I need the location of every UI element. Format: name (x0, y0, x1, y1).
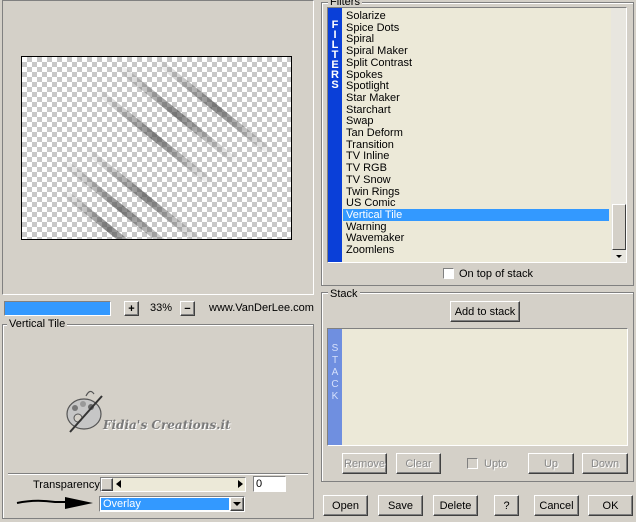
zoom-out-button[interactable]: − (180, 301, 195, 316)
banner-letter: C (331, 379, 339, 390)
progress-bar (4, 301, 111, 316)
on-top-label: On top of stack (459, 268, 533, 280)
filter-item[interactable]: Transition (343, 139, 609, 151)
filter-item[interactable]: Spiral Maker (343, 45, 609, 57)
add-to-stack-button[interactable]: Add to stack (450, 301, 520, 322)
filter-item[interactable]: Warning (343, 221, 609, 233)
transparency-value-field[interactable]: 0 (253, 476, 286, 492)
filter-item[interactable]: Spokes (343, 69, 609, 81)
stack-banner-text: STACK (328, 343, 342, 403)
filter-item[interactable]: Twin Rings (343, 186, 609, 198)
banner-letter: K (331, 391, 339, 402)
banner-letter: S (331, 343, 339, 354)
filters-listbox[interactable]: FILTERS Solarize Spice Dots Spiral Spiral M… (327, 7, 627, 263)
filter-item[interactable]: Wavemaker (343, 232, 609, 244)
transparency-label: Transparency (33, 479, 100, 491)
filter-item[interactable]: TV RGB (343, 162, 609, 174)
chevron-left-icon (116, 480, 121, 488)
save-button[interactable]: Save (378, 495, 423, 516)
upto-label: Upto (484, 458, 508, 470)
upto-checkbox[interactable] (467, 458, 478, 469)
chevron-down-icon (233, 502, 241, 506)
remove-button[interactable]: Remove (342, 453, 387, 474)
filter-settings-title: Vertical Tile (7, 318, 68, 330)
open-button[interactable]: Open (323, 495, 368, 516)
website-link[interactable]: www.VanDerLee.com (209, 302, 314, 314)
arrow-right-icon (15, 495, 95, 514)
banner-letter: A (331, 367, 339, 378)
filter-item[interactable]: Vertical Tile (343, 208, 609, 221)
slider-thumb[interactable] (101, 478, 113, 491)
filter-item[interactable]: Swap (343, 115, 609, 127)
delete-button[interactable]: Delete (433, 495, 478, 516)
up-button[interactable]: Up (528, 453, 574, 474)
filters-scrollbar[interactable] (611, 8, 626, 262)
filter-item[interactable]: US Comic (343, 197, 609, 209)
cancel-button[interactable]: Cancel (534, 495, 579, 516)
ok-button[interactable]: OK (588, 495, 633, 516)
scrollbar-thumb[interactable] (612, 204, 626, 250)
filter-item[interactable]: Zoomlens (343, 244, 609, 256)
filter-item[interactable]: Spice Dots (343, 22, 609, 34)
controls-divider (8, 473, 308, 475)
filter-item[interactable]: Solarize (343, 10, 609, 22)
filters-banner-text: FILTERS (328, 20, 342, 91)
filter-item[interactable]: Star Maker (343, 92, 609, 104)
preview-image[interactable] (21, 56, 292, 240)
zoom-in-button[interactable]: + (124, 301, 139, 316)
zoom-value: 33% (149, 302, 173, 314)
filter-item[interactable]: Split Contrast (343, 57, 609, 69)
watermark-text: Fidia's Creations.it (103, 418, 231, 432)
banner-letter: T (331, 355, 339, 366)
blend-mode-value: Overlay (101, 498, 229, 510)
dropdown-button[interactable] (230, 497, 244, 511)
filters-list: Solarize Spice Dots Spiral Spiral Maker Spli… (343, 10, 611, 262)
clear-button[interactable]: Clear (396, 453, 441, 474)
filter-item[interactable]: Tan Deform (343, 127, 609, 139)
blend-mode-select[interactable]: Overlay (99, 496, 245, 512)
stack-listbox[interactable]: STACK (327, 328, 628, 446)
transparency-slider[interactable] (100, 477, 246, 492)
filter-item[interactable]: Starchart (343, 104, 609, 116)
stack-group-label: Stack (328, 288, 360, 300)
on-top-checkbox[interactable] (443, 268, 454, 279)
chevron-right-icon (238, 480, 243, 488)
filter-item[interactable]: Spiral (343, 33, 609, 45)
filter-item[interactable]: TV Inline (343, 150, 609, 162)
help-button[interactable]: ? (494, 495, 519, 516)
filter-item[interactable]: TV Snow (343, 174, 609, 186)
banner-letter: S (331, 79, 339, 91)
scroll-down-arrow-icon[interactable] (616, 255, 622, 258)
down-button[interactable]: Down (582, 453, 628, 474)
filter-item[interactable]: Spotlight (343, 80, 609, 92)
